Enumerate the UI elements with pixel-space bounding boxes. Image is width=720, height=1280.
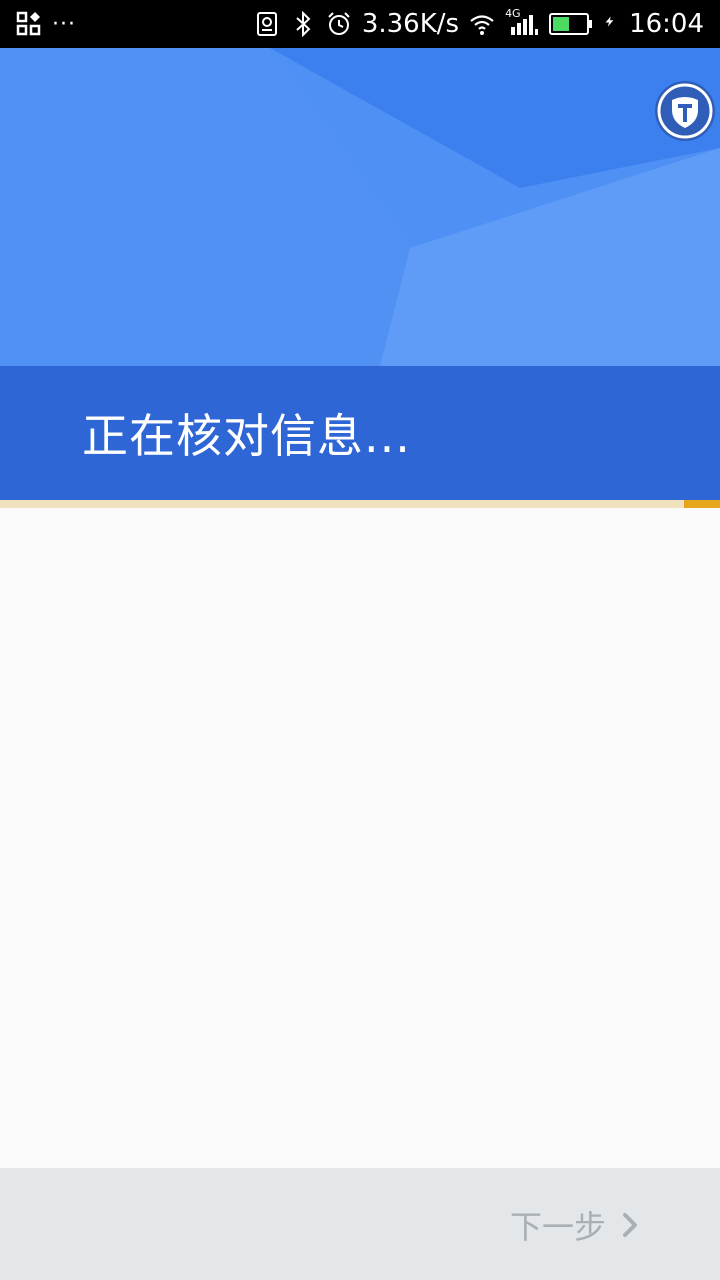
shield-t-icon[interactable] bbox=[654, 80, 716, 142]
charging-icon bbox=[605, 16, 614, 27]
status-bar-left: ··· bbox=[16, 11, 76, 37]
chevron-right-icon bbox=[623, 1213, 637, 1237]
clock-time: 16:04 bbox=[629, 9, 704, 39]
bluetooth-icon bbox=[296, 11, 311, 37]
cellular-signal-icon: 4G bbox=[505, 7, 539, 37]
progress-bar-fill bbox=[684, 500, 720, 508]
wifi-icon bbox=[470, 15, 494, 35]
status-bar-right: 3.36K/s 4G 16:04 bbox=[254, 7, 704, 39]
more-dots-icon: ··· bbox=[52, 11, 76, 37]
progress-bar bbox=[0, 500, 720, 508]
next-step-button[interactable]: 下一步 bbox=[510, 1200, 640, 1250]
header-banner bbox=[0, 48, 720, 366]
screen: ··· 3.36K/s 4G 16:04 正在核对信息... 下一步 bbox=[0, 0, 720, 1280]
next-step-label: 下一步 bbox=[509, 1208, 606, 1246]
header-background-shapes bbox=[0, 48, 720, 366]
network-speed: 3.36K/s bbox=[361, 9, 460, 39]
qr-scan-icon bbox=[16, 11, 41, 36]
status-bar: ··· 3.36K/s 4G 16:04 bbox=[0, 0, 720, 48]
sim-card-icon bbox=[256, 12, 277, 36]
page-title: 正在核对信息... bbox=[82, 409, 411, 463]
content-area bbox=[0, 508, 720, 1168]
battery-icon bbox=[549, 13, 593, 35]
alarm-icon bbox=[328, 12, 350, 35]
